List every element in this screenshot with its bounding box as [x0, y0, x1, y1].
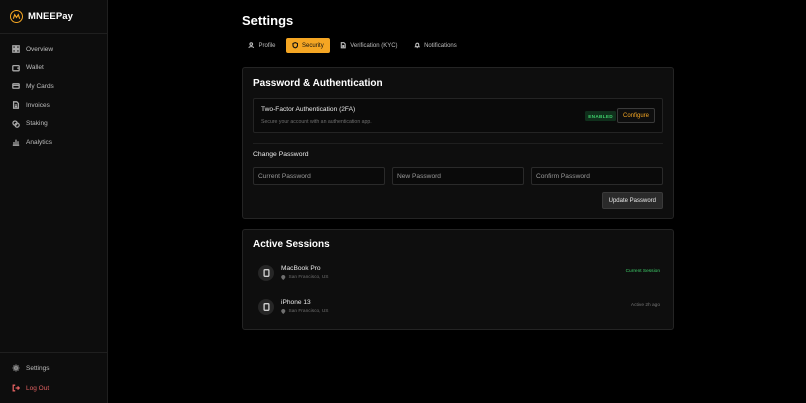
tab-label: Verification (KYC)	[350, 42, 398, 49]
sidebar-item-invoices[interactable]: Invoices	[0, 96, 107, 115]
sidebar-bottom-nav: Settings Log Out	[0, 358, 107, 398]
sidebar-item-label: Wallet	[26, 64, 44, 72]
card-title: Active Sessions	[253, 239, 330, 250]
sidebar-item-wallet[interactable]: Wallet	[0, 59, 107, 78]
sidebar-divider	[0, 33, 108, 34]
sidebar-item-label: Analytics	[26, 138, 53, 146]
logout-icon	[12, 384, 20, 392]
session-status: Active 2h ago	[630, 303, 660, 308]
file-icon	[340, 42, 346, 49]
current-password-input[interactable]	[253, 167, 385, 185]
tfa-title: Two-Factor Authentication (2FA)	[261, 106, 356, 113]
sidebar-item-settings[interactable]: Settings	[0, 358, 107, 378]
confirm-password-input[interactable]	[531, 167, 663, 185]
session-row: MacBook Pro San Francisco, US Current Se…	[258, 265, 660, 283]
session-location: San Francisco, US	[281, 275, 329, 280]
change-password-heading: Change Password	[253, 151, 309, 158]
shield-icon	[291, 42, 298, 49]
sidebar-item-label: Settings	[26, 364, 50, 372]
sidebar-divider	[0, 352, 108, 353]
sidebar-nav: Overview Wallet My Cards Invoices Stakin…	[0, 40, 107, 152]
tfa-description: Secure your account with an authenticati…	[261, 119, 372, 125]
brand[interactable]: MNEEPay	[10, 10, 73, 23]
sidebar-item-logout[interactable]: Log Out	[0, 378, 107, 398]
update-password-button[interactable]: Update Password	[601, 192, 663, 209]
tab-security[interactable]: Security	[285, 38, 330, 53]
settings-tabs: Profile Security Verification (KYC) Noti…	[242, 38, 463, 53]
wallet-icon	[12, 64, 20, 72]
page-title: Settings	[242, 13, 294, 28]
active-sessions-card: Active Sessions MacBook Pro San Francisc…	[242, 229, 674, 330]
bar-chart-icon	[12, 139, 20, 147]
session-row: iPhone 13 San Francisco, US Active 2h ag…	[258, 299, 660, 317]
two-factor-panel: Two-Factor Authentication (2FA) Secure y…	[253, 98, 663, 133]
grid-icon	[12, 45, 20, 54]
location-pin-icon	[281, 275, 286, 280]
tab-notifications[interactable]: Notifications	[408, 38, 463, 53]
session-device: iPhone 13	[281, 299, 311, 306]
session-device: MacBook Pro	[281, 265, 321, 272]
session-status: Current Session	[625, 269, 660, 274]
card-title: Password & Authentication	[253, 78, 383, 89]
section-divider	[253, 143, 663, 144]
tab-label: Notifications	[424, 42, 457, 49]
tab-label: Profile	[258, 42, 276, 49]
sidebar-item-analytics[interactable]: Analytics	[0, 133, 107, 152]
logo-icon	[10, 10, 23, 23]
tab-profile[interactable]: Profile	[242, 38, 282, 53]
new-password-input[interactable]	[392, 167, 524, 185]
session-location: San Francisco, US	[281, 309, 329, 314]
document-icon	[12, 101, 20, 109]
status-badge: ENABLED	[585, 111, 616, 121]
tab-label: Security	[302, 42, 324, 49]
device-icon	[258, 299, 274, 315]
card-icon	[12, 83, 20, 90]
configure-button[interactable]: Configure	[616, 108, 655, 123]
location-text: San Francisco, US	[288, 309, 329, 314]
sidebar-item-staking[interactable]: Staking	[0, 114, 107, 133]
brand-name: MNEEPay	[28, 11, 74, 22]
gear-icon	[12, 364, 20, 372]
sidebar-item-label: Staking	[26, 120, 48, 128]
password-auth-card: Password & Authentication Two-Factor Aut…	[242, 67, 674, 219]
location-text: San Francisco, US	[288, 275, 329, 280]
coins-icon	[12, 119, 20, 128]
sidebar: MNEEPay Overview Wallet My Cards Invoice…	[0, 0, 108, 403]
sidebar-item-label: Log Out	[26, 384, 50, 392]
bell-icon	[413, 42, 420, 49]
sidebar-item-my-cards[interactable]: My Cards	[0, 77, 107, 96]
location-pin-icon	[281, 309, 286, 314]
sidebar-item-overview[interactable]: Overview	[0, 40, 107, 59]
device-icon	[258, 265, 274, 281]
tab-verification[interactable]: Verification (KYC)	[334, 38, 404, 53]
sidebar-item-label: Invoices	[26, 101, 50, 109]
sidebar-item-label: My Cards	[26, 82, 54, 90]
sidebar-item-label: Overview	[26, 45, 54, 53]
user-icon	[248, 42, 255, 49]
